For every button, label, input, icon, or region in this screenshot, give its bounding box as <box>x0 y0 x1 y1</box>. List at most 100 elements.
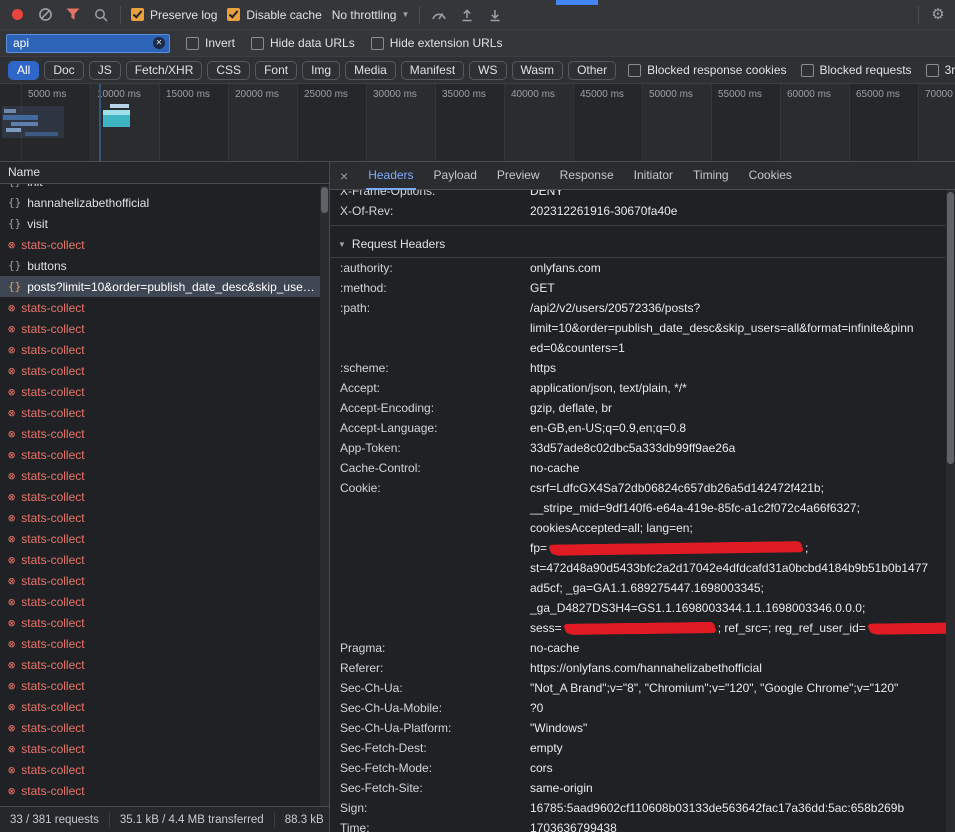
request-row[interactable]: ⊗stats-collect <box>0 297 329 318</box>
disable-cache-checkbox[interactable]: Disable cache <box>227 8 321 22</box>
request-row[interactable]: ⊗stats-collect <box>0 486 329 507</box>
type-filter-css[interactable]: CSS <box>207 61 250 80</box>
request-row[interactable]: ⊗stats-collect <box>0 549 329 570</box>
checkbox-label: Blocked response cookies <box>647 63 786 77</box>
header-row: Sec-Fetch-Site:same-origin <box>330 778 945 798</box>
failed-request-icon: ⊗ <box>8 658 15 672</box>
request-row[interactable]: ⊗stats-collect <box>0 423 329 444</box>
timeline-gridline <box>642 84 643 161</box>
request-row[interactable]: ⊗stats-collect <box>0 528 329 549</box>
header-row: Cache-Control:no-cache <box>330 458 945 478</box>
hide-extension-urls-checkbox[interactable]: Hide extension URLs <box>371 36 503 50</box>
type-filter-all[interactable]: All <box>8 61 39 80</box>
invert-checkbox[interactable]: Invert <box>186 36 235 50</box>
type-filter-manifest[interactable]: Manifest <box>401 61 464 80</box>
search-button[interactable] <box>92 6 110 24</box>
failed-request-icon: ⊗ <box>8 322 15 336</box>
clear-network-log-button[interactable] <box>36 6 54 24</box>
request-row[interactable]: {}posts?limit=10&order=publish_date_desc… <box>0 276 329 297</box>
request-row[interactable]: ⊗stats-collect <box>0 234 329 255</box>
request-row[interactable]: ⊗stats-collect <box>0 339 329 360</box>
request-label: stats-collect <box>21 364 317 378</box>
request-row[interactable]: ⊗stats-collect <box>0 465 329 486</box>
request-label: stats-collect <box>21 637 317 651</box>
request-headers-section-header[interactable]: ▼ Request Headers <box>330 231 945 258</box>
timeline-overview[interactable]: 5000 ms10000 ms15000 ms20000 ms25000 ms3… <box>0 84 955 162</box>
record-button[interactable] <box>8 6 26 24</box>
network-filter-input[interactable]: api ✕ <box>6 34 170 53</box>
request-row[interactable]: ⊗stats-collect <box>0 675 329 696</box>
request-row[interactable]: ⊗stats-collect <box>0 318 329 339</box>
type-filter-doc[interactable]: Doc <box>44 61 83 80</box>
request-row[interactable]: ⊗stats-collect <box>0 402 329 423</box>
tab-headers[interactable]: Headers <box>358 162 423 190</box>
filter-toggle-button[interactable] <box>64 6 82 24</box>
download-icon <box>488 8 502 22</box>
type-filter-js[interactable]: JS <box>89 61 121 80</box>
request-row[interactable]: ⊗stats-collect <box>0 591 329 612</box>
tab-preview[interactable]: Preview <box>487 162 550 190</box>
type-filter-img[interactable]: Img <box>302 61 340 80</box>
scrollbar-thumb[interactable] <box>947 192 954 464</box>
clear-filter-icon[interactable]: ✕ <box>153 37 165 49</box>
request-list-scrollbar[interactable] <box>320 186 329 806</box>
export-har-button[interactable] <box>486 6 504 24</box>
type-filter-font[interactable]: Font <box>255 61 297 80</box>
import-har-button[interactable] <box>458 6 476 24</box>
tab-timing[interactable]: Timing <box>683 162 739 190</box>
request-row[interactable]: ⊗stats-collect <box>0 780 329 801</box>
request-row[interactable]: ⊗stats-collect <box>0 654 329 675</box>
request-row[interactable]: ⊗stats-collect <box>0 570 329 591</box>
filter-checkbox-3rd-party-requests[interactable]: 3rd-party requests <box>926 63 955 77</box>
triangle-down-icon: ▼ <box>338 240 346 249</box>
request-row[interactable]: ⊗stats-collect <box>0 612 329 633</box>
throttling-dropdown[interactable]: No throttling ▼ <box>332 8 410 22</box>
scrollbar-thumb[interactable] <box>321 187 328 213</box>
timeline-label: 20000 ms <box>235 89 279 100</box>
request-row[interactable]: {}hannahelizabethofficial <box>0 192 329 213</box>
header-name: :path: <box>340 298 530 358</box>
type-filter-other[interactable]: Other <box>568 61 616 80</box>
tab-payload[interactable]: Payload <box>424 162 487 190</box>
request-row[interactable]: ⊗stats-collect <box>0 738 329 759</box>
hide-data-urls-checkbox[interactable]: Hide data URLs <box>251 36 355 50</box>
header-value: no-cache <box>530 458 945 478</box>
preserve-log-checkbox[interactable]: Preserve log <box>131 8 217 22</box>
request-row[interactable]: ⊗stats-collect <box>0 633 329 654</box>
request-row[interactable]: {}init <box>0 184 329 192</box>
filter-checkbox-blocked-response-cookies[interactable]: Blocked response cookies <box>628 63 786 77</box>
request-row[interactable]: ⊗stats-collect <box>0 507 329 528</box>
details-scrollbar[interactable] <box>946 190 955 832</box>
network-conditions-button[interactable] <box>430 6 448 24</box>
header-value: empty <box>530 738 945 758</box>
timeline-activity-bar <box>110 104 129 108</box>
request-label: stats-collect <box>21 532 317 546</box>
tab-cookies[interactable]: Cookies <box>739 162 802 190</box>
request-row[interactable]: ⊗stats-collect <box>0 696 329 717</box>
redaction-scribble <box>869 622 955 634</box>
header-value: ?0 <box>530 698 945 718</box>
failed-request-icon: ⊗ <box>8 301 15 315</box>
request-row[interactable]: {}buttons <box>0 255 329 276</box>
request-row[interactable]: ⊗stats-collect <box>0 360 329 381</box>
type-filter-fetch-xhr[interactable]: Fetch/XHR <box>126 61 203 80</box>
timeline-activity-bar <box>25 132 58 136</box>
name-column-header[interactable]: Name <box>0 162 329 184</box>
type-filter-wasm[interactable]: Wasm <box>512 61 564 80</box>
request-details-panel: × HeadersPayloadPreviewResponseInitiator… <box>330 162 955 832</box>
close-details-button[interactable]: × <box>330 168 358 184</box>
tab-response[interactable]: Response <box>550 162 624 190</box>
filter-checkbox-blocked-requests[interactable]: Blocked requests <box>801 63 912 77</box>
request-row[interactable]: ⊗stats-collect <box>0 444 329 465</box>
request-row[interactable]: ⊗stats-collect <box>0 381 329 402</box>
request-row[interactable]: ⊗stats-collect <box>0 717 329 738</box>
timeline-label: 10000 ms <box>97 89 141 100</box>
request-row[interactable]: ⊗stats-collect <box>0 759 329 780</box>
tab-initiator[interactable]: Initiator <box>624 162 683 190</box>
request-row[interactable]: {}visit <box>0 213 329 234</box>
settings-button[interactable]: ⚙ <box>929 6 947 24</box>
request-label: stats-collect <box>21 679 317 693</box>
invert-label: Invert <box>205 36 235 50</box>
type-filter-ws[interactable]: WS <box>469 61 506 80</box>
type-filter-media[interactable]: Media <box>345 61 396 80</box>
